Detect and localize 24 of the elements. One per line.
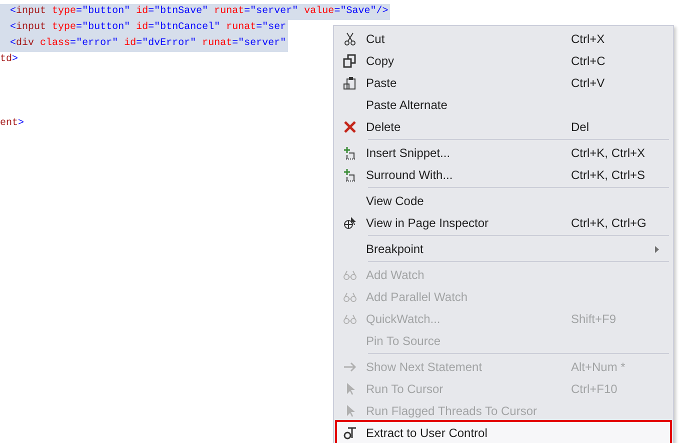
menu-item[interactable]: View in Page Inspector Ctrl+K, Ctrl+G	[334, 212, 673, 234]
clipboard-icon	[343, 76, 357, 90]
menu-item[interactable]: Cut Ctrl+X	[334, 28, 673, 50]
menu-item[interactable]: Insert Snippet... Ctrl+K, Ctrl+X	[334, 142, 673, 164]
menu-item[interactable]: Delete Del	[334, 116, 673, 138]
glasses-icon	[343, 312, 357, 326]
menu-item[interactable]: Copy Ctrl+C	[334, 50, 673, 72]
menu-item[interactable]: Extract to User Control	[337, 422, 670, 443]
arrow-right-icon	[343, 360, 357, 374]
glasses-icon	[343, 268, 357, 282]
glasses-icon	[343, 290, 357, 304]
user-control-icon	[343, 426, 357, 440]
copy-icon	[343, 54, 357, 68]
menu-item[interactable]: Breakpoint	[334, 238, 673, 260]
delete-icon	[343, 120, 357, 134]
menu-item[interactable]: Paste Ctrl+V	[334, 72, 673, 94]
scissors-icon	[343, 32, 357, 46]
menu-item[interactable]: Paste Alternate	[334, 94, 673, 116]
submenu-arrow-icon	[655, 246, 659, 252]
menu-item[interactable]: View Code	[334, 190, 673, 212]
globe-cursor-icon	[343, 216, 357, 230]
menu-item[interactable]: Surround With... Ctrl+K, Ctrl+S	[334, 164, 673, 186]
snippet-icon	[343, 146, 357, 160]
snippet-icon	[343, 168, 357, 182]
